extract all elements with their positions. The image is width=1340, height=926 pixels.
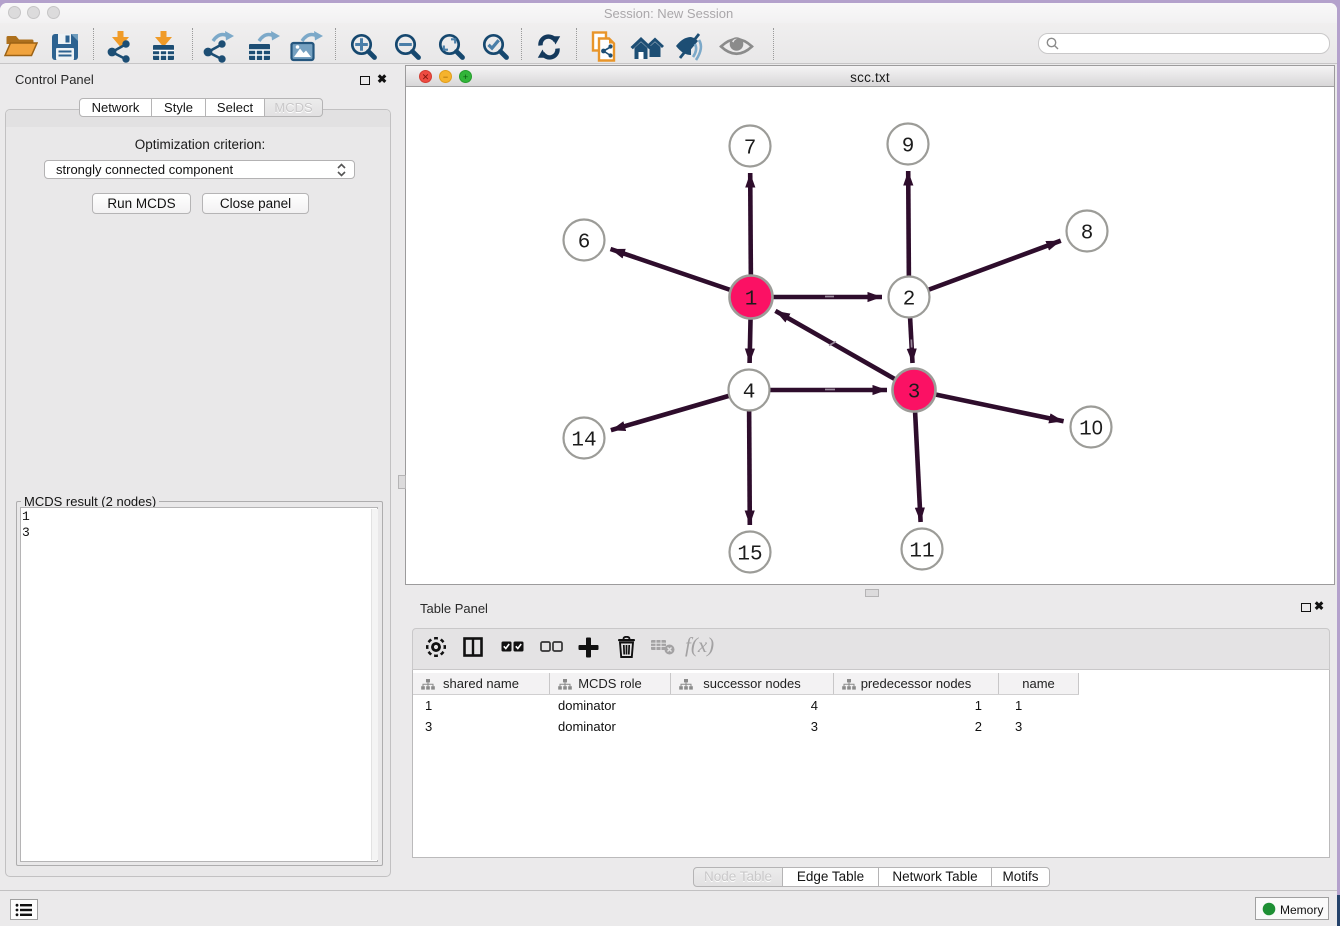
svg-text:14: 14 — [571, 430, 596, 453]
svg-text:2: 2 — [903, 289, 916, 312]
svg-text:3: 3 — [908, 382, 921, 405]
svg-text:15: 15 — [737, 544, 762, 567]
svg-text:7: 7 — [744, 138, 757, 161]
svg-text:6: 6 — [578, 232, 591, 255]
svg-text:11: 11 — [909, 541, 934, 564]
svg-text:8: 8 — [1081, 223, 1094, 246]
svg-text:10: 10 — [1079, 418, 1103, 442]
svg-text:4: 4 — [743, 382, 756, 405]
svg-text:1: 1 — [745, 289, 758, 312]
svg-text:9: 9 — [902, 136, 915, 159]
